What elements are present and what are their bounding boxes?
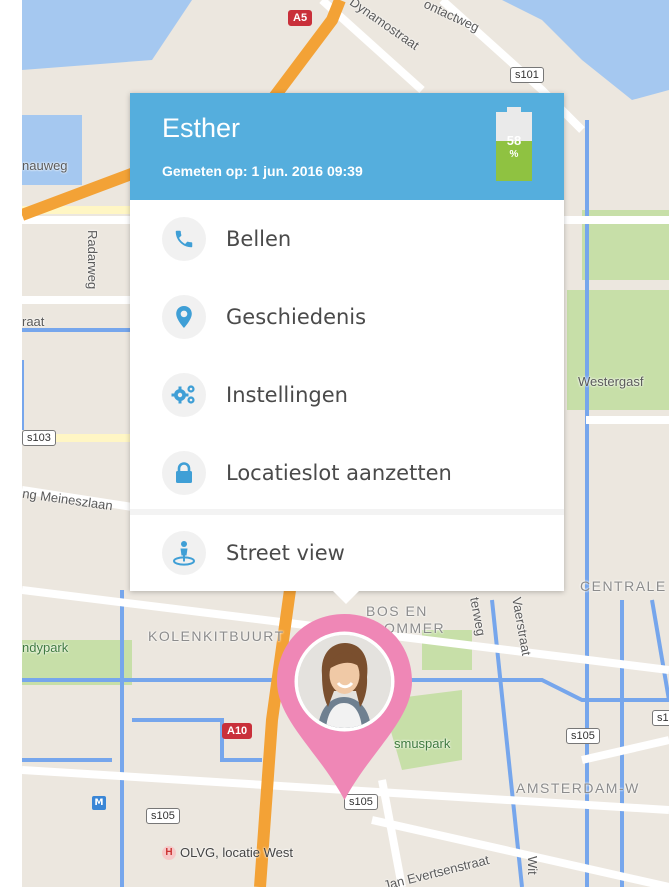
road-shield: s10 [652,710,669,726]
park-area [567,290,669,410]
road-shield: s105 [146,808,180,824]
metro-icon: M [92,796,106,810]
menu-item-geschiedenis[interactable]: Geschiedenis [130,278,564,356]
road-shield: A5 [288,10,313,26]
hospital-label: H OLVG, locatie West [162,845,293,860]
area-label: CENTRALE [580,578,667,594]
menu-item-label: Instellingen [226,383,348,407]
park-area [422,630,472,670]
road-shield: A10 [222,723,253,739]
water-area [502,0,669,100]
menu-item-label: Locatieslot aanzetten [226,461,452,485]
hospital-icon: H [162,845,176,860]
gears-icon [162,373,206,417]
popup-pointer [333,591,359,604]
battery-body: 58 % [496,112,532,181]
park-label: ndypark [22,640,69,655]
battery-icon: 58 % [496,107,532,181]
location-marker[interactable] [275,612,414,802]
water-area [22,115,82,185]
street-view-icon [162,531,206,575]
lock-icon [162,451,206,495]
street-label: Radarweg [85,230,100,290]
menu-item-street-view[interactable]: Street view [130,514,564,592]
location-popup: Esther Gemeten op: 1 jun. 2016 09:39 58 … [130,93,564,604]
avatar [298,635,391,728]
area-label: KOLENKITBUURT [148,628,285,644]
water-area [22,0,192,70]
hospital-name: OLVG, locatie West [180,845,293,860]
road-shield: s101 [510,67,544,83]
avatar-photo [298,635,391,728]
menu-item-bellen[interactable]: Bellen [130,200,564,278]
menu-item-locatieslot[interactable]: Locatieslot aanzetten [130,434,564,512]
location-pin-icon [162,295,206,339]
menu-item-label: Geschiedenis [226,305,367,329]
battery-percent-sign: % [509,149,519,160]
road-shield: s105 [566,728,600,744]
street-label: nauweg [22,158,68,173]
street-label: Westergasf [578,374,644,389]
road-shield: s103 [22,430,56,446]
street-label: raat [22,314,45,329]
street-label: Wit [525,856,540,875]
area-label: AMSTERDAM-W [516,780,640,796]
menu-item-instellingen[interactable]: Instellingen [130,356,564,434]
menu-item-label: Bellen [226,227,292,251]
battery-percent: 58 [506,133,522,148]
phone-icon [162,217,206,261]
popup-header: Esther Gemeten op: 1 jun. 2016 09:39 58 … [130,93,564,200]
menu-item-label: Street view [226,541,345,565]
measured-timestamp: Gemeten op: 1 jun. 2016 09:39 [162,163,363,179]
person-name: Esther [162,113,241,143]
